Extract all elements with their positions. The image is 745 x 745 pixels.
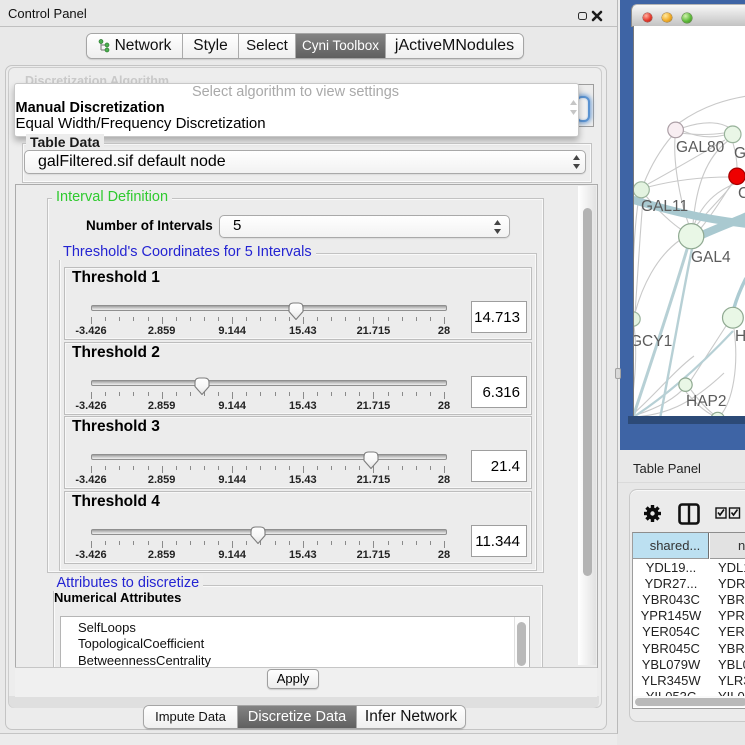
svg-text:GAL4: GAL4 <box>691 249 731 266</box>
svg-text:GAL11: GAL11 <box>641 198 688 215</box>
svg-text:HAP2: HAP2 <box>686 393 727 410</box>
svg-text:C: C <box>738 185 745 202</box>
svg-text:GCY1: GCY1 <box>634 333 672 350</box>
svg-text:GA: GA <box>734 145 745 162</box>
svg-text:GAL80: GAL80 <box>676 139 725 156</box>
svg-text:H: H <box>735 328 745 345</box>
